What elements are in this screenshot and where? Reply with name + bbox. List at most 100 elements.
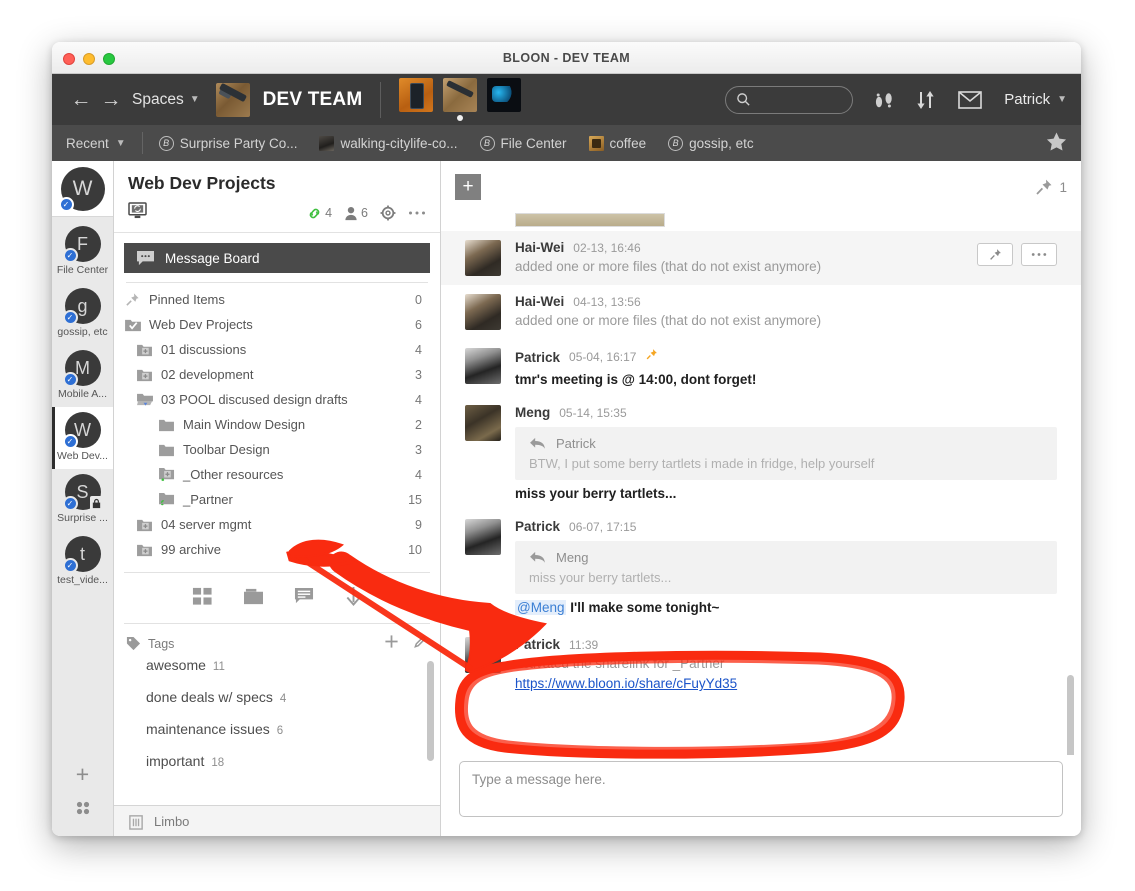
tree-item-toolbar-design[interactable]: Toolbar Design 3 [124,437,430,462]
more-icon[interactable] [408,210,426,216]
spaces-label: Spaces [132,90,184,108]
bookmark-item-gossip[interactable]: B gossip, etc [668,135,754,151]
message-attachment-preview[interactable] [441,213,1081,231]
tab-message-board[interactable]: Message Board [124,243,430,273]
tree-item-pinned-items[interactable]: Pinned Items 0 [124,287,430,312]
grid-view-icon[interactable] [192,586,213,612]
sort-arrows-icon[interactable] [915,89,937,111]
search-box[interactable] [725,85,854,114]
quoted-message: Patrick BTW, I put some berry tartlets i… [515,427,1057,480]
add-space-button[interactable]: + [52,759,113,789]
pin-message-button[interactable] [977,243,1013,266]
person-icon [345,206,357,220]
add-tag-button[interactable] [384,634,399,653]
recent-menu[interactable]: Recent ▼ [66,136,126,151]
tree-item-02-development[interactable]: 02 development 3 [124,362,430,387]
forward-arrow-icon[interactable]: → [96,88,126,112]
limbo-button[interactable]: Limbo [114,805,440,836]
edit-tags-button[interactable] [413,634,428,653]
tree-item-01-discussions[interactable]: 01 discussions 4 [124,337,430,362]
tag-icon [126,636,141,651]
current-space-avatar[interactable]: W ✓ [52,161,113,217]
window-controls[interactable] [63,53,115,65]
bookmark-label: walking-citylife-co... [340,135,458,151]
message-item[interactable]: Hai-Wei 02-13, 16:46 added one or more f… [441,231,1081,285]
maximize-button[interactable] [103,53,115,65]
message-item[interactable]: Meng 05-14, 15:35 Patrick BTW, I put som… [441,396,1081,510]
star-icon[interactable] [1046,131,1067,155]
main-body: W ✓ F ✓ File Center g ✓ gossip, etc M ✓ … [52,161,1081,836]
spaces-menu[interactable]: Spaces ▼ [132,91,200,109]
minimize-button[interactable] [83,53,95,65]
tree-item-web-dev-projects[interactable]: Web Dev Projects 6 [124,312,430,337]
tag-item-important[interactable]: important 18 [126,753,428,785]
tag-item-maintenance-issues[interactable]: maintenance issues 6 [126,721,428,753]
tree-item-04-server-mgmt[interactable]: 04 server mgmt 9 [124,512,430,537]
verified-check-icon: ✓ [62,496,78,511]
message-item[interactable]: Hai-Wei 04-13, 13:56 added one or more f… [441,285,1081,339]
bookmark-item-walking-citylife[interactable]: walking-citylife-co... [319,135,458,151]
sidebar-item-file-center[interactable]: F ✓ File Center [52,221,113,283]
verified-check-icon: ✓ [62,558,78,573]
trash-icon [129,814,143,830]
tree-item-03-pool-design-drafts[interactable]: 03 POOL discused design drafts 4 [124,387,430,412]
monitor-share-icon[interactable] [128,202,147,224]
comment-view-icon[interactable] [294,587,314,611]
user-menu[interactable]: Patrick ▼ [1004,91,1067,108]
sidebar-item-web-dev[interactable]: W ✓ Web Dev... [52,407,113,469]
tag-item-done-deals[interactable]: done deals w/ specs 4 [126,689,428,721]
tree-item-main-window-design[interactable]: Main Window Design 2 [124,412,430,437]
project-panel: Web Dev Projects 4 6 Message Board Pinne… [114,161,441,836]
add-message-button[interactable]: + [455,174,481,200]
sidebar-item-surprise[interactable]: S ✓ Surprise ... [52,469,113,531]
tag-count: 11 [212,661,225,673]
space-thumb-tech[interactable] [487,78,522,112]
grid-icon[interactable] [52,799,113,822]
bookmark-item-surprise[interactable]: B Surprise Party Co... [158,135,297,151]
space-thumb-mobile[interactable] [399,78,434,112]
sharelink-url[interactable]: https://www.bloon.io/share/cFuyYd35 [515,676,737,691]
space-thumb-devteam[interactable] [443,78,478,121]
space-name: DEV TEAM [262,88,363,110]
message-item-sharelink[interactable]: Patrick 11:39 activated the sharelink fo… [441,624,1081,702]
bookmark-item-coffee[interactable]: coffee [588,135,646,151]
reply-arrow-icon [530,437,545,449]
mention-chip[interactable]: @Meng [515,600,567,615]
footprints-icon[interactable] [874,89,894,111]
sidebar-item-test-video[interactable]: t ✓ test_vide... [52,531,113,593]
message-input[interactable] [459,761,1063,817]
tree-item-count: 4 [415,392,422,407]
folder-plus-link-icon [158,467,175,482]
folder-view-icon[interactable] [243,587,264,611]
tree-item-partner[interactable]: _Partner 15 [124,487,430,512]
back-arrow-icon[interactable]: ← [66,88,96,112]
tags-scrollbar[interactable] [427,661,434,761]
tag-count: 4 [279,693,287,705]
sidebar-item-gossip[interactable]: g ✓ gossip, etc [52,283,113,345]
download-icon[interactable] [344,586,363,612]
folder-plus-icon [136,543,153,557]
tree-item-count: 0 [415,292,422,307]
tree-item-99-archive[interactable]: 99 archive 10 [124,537,430,562]
message-time: 06-07, 17:15 [569,519,637,534]
member-count[interactable]: 6 [344,206,368,221]
bookmark-item-file-center[interactable]: B File Center [479,135,567,151]
tags-header: Tags [114,624,440,657]
search-input[interactable] [757,92,843,107]
messages-scrollbar[interactable] [1067,675,1074,755]
space-thumbnail[interactable] [215,82,250,117]
message-item[interactable]: Patrick 06-07, 17:15 Meng miss your berr… [441,510,1081,624]
message-time: 04-13, 13:56 [573,294,641,309]
close-button[interactable] [63,53,75,65]
envelope-icon[interactable] [958,90,983,109]
more-message-button[interactable] [1021,243,1057,266]
sidebar-item-mobile-app[interactable]: M ✓ Mobile A... [52,345,113,407]
tag-item-awesome[interactable]: awesome 11 [126,657,428,689]
message-body-wrap: @Meng I'll make some tonight~ [515,600,1057,615]
gear-icon[interactable] [380,205,396,221]
message-author: Hai-Wei [515,240,565,255]
message-item[interactable]: Patrick 05-04, 16:17 tmr's meeting is @ … [441,339,1081,396]
pinned-count[interactable]: 1 [1035,178,1067,196]
tree-item-other-resources[interactable]: _Other resources 4 [124,462,430,487]
link-count[interactable]: 4 [307,206,332,221]
